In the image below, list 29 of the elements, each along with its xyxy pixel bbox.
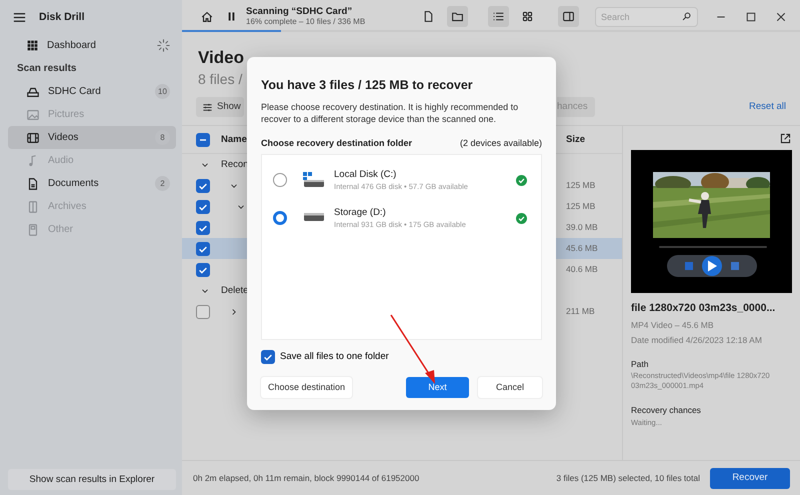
file-name: file 1280x720 03m23s_0000... — [631, 302, 776, 315]
date-modified: Date modified 4/26/2023 12:18 AM — [631, 334, 763, 345]
device-count: (2 devices available) — [460, 138, 542, 150]
count-badge: 8 — [155, 130, 170, 145]
device-name: Local Disk (C:) — [334, 169, 398, 181]
path-label: Path — [631, 358, 650, 370]
table-cell-text: 45.6 MB — [566, 243, 599, 254]
selection-summary: 3 files (125 MB) selected, 10 files total — [556, 472, 700, 484]
scan-status: 16% complete – 10 files / 336 MB — [246, 17, 366, 27]
device-name: Storage (D:) — [334, 207, 387, 219]
table-cell-text: 125 MB — [566, 180, 596, 191]
table-cell-text: 211 MB — [566, 306, 596, 317]
page-title: Video — [198, 48, 244, 68]
section-label: Choose recovery destination folder — [261, 138, 412, 150]
scan-title: Scanning “SDHC Card” — [246, 6, 354, 18]
dialog-title: You have 3 files / 125 MB to recover — [261, 78, 474, 93]
count-badge: 10 — [155, 84, 170, 99]
recovery-chances-label: Recovery chances — [631, 405, 702, 416]
table-cell-text: 40.6 MB — [566, 264, 599, 275]
section-heading: Scan results — [16, 62, 78, 76]
group-label: Delete — [221, 284, 250, 296]
scan-progress-text: 0h 2m elapsed, 0h 11m remain, block 9990144 of 61952000 — [193, 472, 420, 484]
table-cell-text: 125 MB — [566, 201, 596, 212]
count-badge: 2 — [155, 176, 170, 191]
app-title: Disk Drill — [39, 10, 85, 24]
file-type: MP4 Video – 45.6 MB — [631, 320, 715, 330]
page-subtitle: 8 files / — [198, 71, 242, 88]
table-cell-text: 39.0 MB — [566, 222, 599, 233]
dialog-description: Please choose recovery destination. It is highly recommended to recover to a different storage device than the scanned one. — [261, 101, 520, 126]
